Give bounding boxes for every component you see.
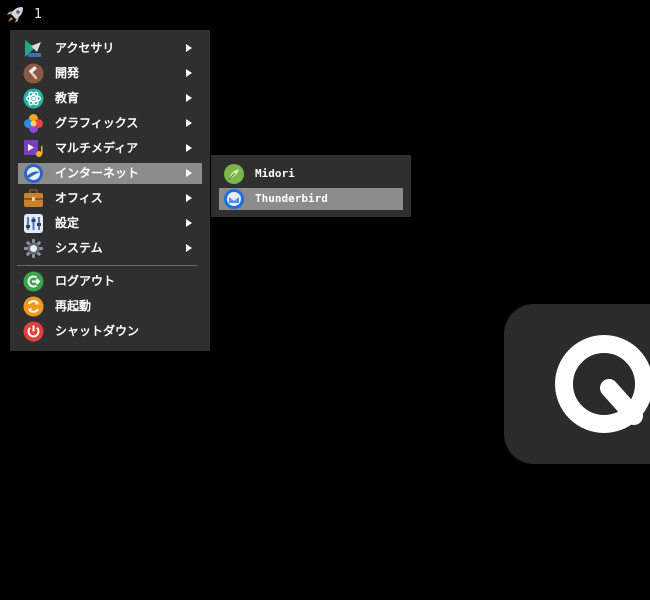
submenu-arrow-icon bbox=[186, 94, 192, 102]
submenu-arrow-icon bbox=[186, 194, 192, 202]
graphics-flower-icon bbox=[23, 113, 44, 134]
dock-widget[interactable] bbox=[504, 304, 650, 464]
education-atom-icon bbox=[23, 88, 44, 109]
menu-item-multimedia[interactable]: マルチメディア bbox=[18, 138, 202, 159]
rocket-icon[interactable] bbox=[4, 4, 26, 26]
settings-icon bbox=[23, 213, 44, 234]
workspace-number[interactable]: 1 bbox=[34, 7, 42, 23]
submenu-arrow-icon bbox=[186, 219, 192, 227]
logout-icon bbox=[23, 271, 44, 292]
submenu-arrow-icon bbox=[186, 244, 192, 252]
multimedia-icon bbox=[23, 138, 44, 159]
midori-browser-icon bbox=[223, 163, 245, 185]
search-q-icon bbox=[555, 335, 650, 433]
top-panel: 1 bbox=[0, 0, 650, 30]
application-menu: アクセサリ 開発 教育 グラフィックス マルチメディア インターネット オフィス… bbox=[10, 30, 210, 351]
submenu-arrow-icon bbox=[186, 144, 192, 152]
development-hammer-icon bbox=[23, 63, 44, 84]
internet-submenu: Midori Thunderbird bbox=[211, 155, 411, 217]
menu-item-internet[interactable]: インターネット bbox=[18, 163, 202, 184]
menu-item-logout[interactable]: ログアウト bbox=[18, 271, 202, 292]
submenu-arrow-icon bbox=[186, 44, 192, 52]
internet-globe-icon bbox=[23, 163, 44, 184]
submenu-item-midori[interactable]: Midori bbox=[219, 163, 403, 185]
submenu-item-thunderbird[interactable]: Thunderbird bbox=[219, 188, 403, 210]
office-briefcase-icon bbox=[23, 188, 44, 209]
accessories-icon bbox=[23, 38, 44, 59]
submenu-arrow-icon bbox=[186, 169, 192, 177]
menu-separator bbox=[17, 265, 197, 266]
menu-item-shutdown[interactable]: シャットダウン bbox=[18, 321, 202, 342]
restart-icon bbox=[23, 296, 44, 317]
menu-item-office[interactable]: オフィス bbox=[18, 188, 202, 209]
system-gear-icon bbox=[23, 238, 44, 259]
menu-item-accessories[interactable]: アクセサリ bbox=[18, 38, 202, 59]
thunderbird-mail-icon bbox=[223, 188, 245, 210]
menu-item-settings[interactable]: 設定 bbox=[18, 213, 202, 234]
menu-item-graphics[interactable]: グラフィックス bbox=[18, 113, 202, 134]
submenu-arrow-icon bbox=[186, 69, 192, 77]
menu-item-education[interactable]: 教育 bbox=[18, 88, 202, 109]
submenu-arrow-icon bbox=[186, 119, 192, 127]
menu-item-system[interactable]: システム bbox=[18, 238, 202, 259]
shutdown-icon bbox=[23, 321, 44, 342]
menu-item-development[interactable]: 開発 bbox=[18, 63, 202, 84]
menu-item-restart[interactable]: 再起動 bbox=[18, 296, 202, 317]
